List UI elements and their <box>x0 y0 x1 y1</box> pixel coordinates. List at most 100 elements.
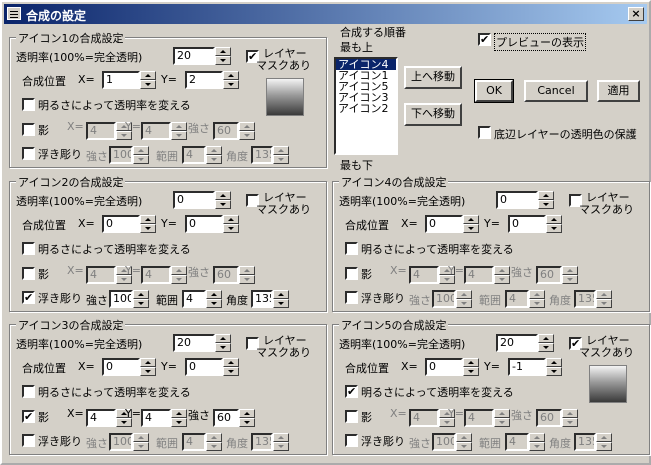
emboss-strength-input-spinner[interactable] <box>133 433 149 451</box>
shadow-checkbox[interactable]: ✔ <box>22 410 35 423</box>
x-input[interactable]: 0 <box>102 358 140 376</box>
emboss-range-input[interactable]: 4 <box>182 433 206 451</box>
opacity-input-spinner[interactable] <box>215 334 231 352</box>
emboss-range-input-spinner[interactable] <box>529 290 545 308</box>
opacity-input-spinner[interactable] <box>215 47 231 65</box>
shadow-x-input[interactable]: 4 <box>86 266 116 284</box>
opacity-input[interactable]: 0 <box>173 191 215 209</box>
shadow-strength-input-spinner[interactable] <box>239 122 255 140</box>
emboss-checkbox[interactable] <box>22 147 35 160</box>
emboss-angle-input[interactable]: 135 <box>574 290 596 308</box>
x-input-spinner[interactable] <box>463 358 479 376</box>
shadow-y-input-spinner[interactable] <box>494 266 510 284</box>
emboss-strength-input[interactable]: 100 <box>109 146 133 164</box>
shadow-strength-input[interactable]: 60 <box>213 409 239 427</box>
emboss-strength-input[interactable]: 100 <box>109 433 133 451</box>
shadow-checkbox[interactable] <box>22 267 35 280</box>
ok-button[interactable]: OK <box>474 79 514 103</box>
opacity-input[interactable]: 20 <box>173 47 215 65</box>
preview-label[interactable]: プレビューの表示 <box>494 33 586 51</box>
emboss-strength-input[interactable]: 100 <box>432 433 456 451</box>
close-button[interactable]: × <box>628 7 644 21</box>
emboss-angle-input[interactable]: 135 <box>251 290 273 308</box>
shadow-strength-input-spinner[interactable] <box>239 266 255 284</box>
emboss-strength-input-spinner[interactable] <box>133 146 149 164</box>
y-input[interactable]: 0 <box>185 215 223 233</box>
shadow-y-input-spinner[interactable] <box>171 266 187 284</box>
shadow-strength-input-spinner[interactable] <box>239 409 255 427</box>
move-up-button[interactable]: 上へ移動 <box>404 66 462 89</box>
shadow-checkbox[interactable] <box>345 410 358 423</box>
emboss-checkbox[interactable] <box>345 291 358 304</box>
y-input[interactable]: 0 <box>185 358 223 376</box>
emboss-angle-input-spinner[interactable] <box>273 146 289 164</box>
emboss-angle-input-spinner[interactable] <box>596 290 612 308</box>
emboss-strength-input-spinner[interactable] <box>456 433 472 451</box>
emboss-angle-input[interactable]: 135 <box>251 146 273 164</box>
move-down-button[interactable]: 下へ移動 <box>404 103 462 126</box>
shadow-strength-input[interactable]: 60 <box>536 409 562 427</box>
emboss-range-input-spinner[interactable] <box>206 290 222 308</box>
x-input-spinner[interactable] <box>140 215 156 233</box>
emboss-angle-input-spinner[interactable] <box>273 290 289 308</box>
shadow-y-input[interactable]: 4 <box>141 409 171 427</box>
emboss-strength-input[interactable]: 100 <box>432 290 456 308</box>
x-input-spinner[interactable] <box>140 358 156 376</box>
emboss-range-input[interactable]: 4 <box>505 433 529 451</box>
shadow-checkbox[interactable] <box>22 123 35 136</box>
opacity-input-spinner[interactable] <box>538 191 554 209</box>
opacity-input[interactable]: 20 <box>496 334 538 352</box>
y-input-spinner[interactable] <box>223 358 239 376</box>
emboss-strength-input[interactable]: 100 <box>109 290 133 308</box>
shadow-x-input[interactable]: 4 <box>86 122 116 140</box>
shadow-y-input[interactable]: 4 <box>141 266 171 284</box>
order-list[interactable]: アイコン4 アイコン1 アイコン5 アイコン3 アイコン2 <box>334 57 398 155</box>
shadow-checkbox[interactable] <box>345 267 358 280</box>
emboss-checkbox[interactable] <box>345 434 358 447</box>
brightness-checkbox[interactable] <box>22 98 35 111</box>
shadow-y-input-spinner[interactable] <box>494 409 510 427</box>
emboss-strength-input-spinner[interactable] <box>456 290 472 308</box>
y-input[interactable]: 0 <box>508 215 546 233</box>
opacity-input[interactable]: 0 <box>496 191 538 209</box>
shadow-strength-input-spinner[interactable] <box>562 409 578 427</box>
shadow-y-input-spinner[interactable] <box>171 122 187 140</box>
emboss-angle-input[interactable]: 135 <box>574 433 596 451</box>
y-input[interactable]: 2 <box>185 71 223 89</box>
shadow-y-input[interactable]: 4 <box>141 122 171 140</box>
y-input[interactable]: -1 <box>508 358 546 376</box>
y-input-spinner[interactable] <box>546 358 562 376</box>
apply-button[interactable]: 適用 <box>597 80 640 102</box>
shadow-x-input[interactable]: 4 <box>409 409 439 427</box>
protect-transparency-checkbox[interactable] <box>478 126 491 139</box>
emboss-angle-input-spinner[interactable] <box>273 433 289 451</box>
cancel-button[interactable]: Cancel <box>524 80 588 102</box>
shadow-y-input-spinner[interactable] <box>171 409 187 427</box>
emboss-checkbox[interactable]: ✔ <box>22 291 35 304</box>
brightness-checkbox[interactable] <box>345 242 358 255</box>
opacity-input[interactable]: 20 <box>173 334 215 352</box>
shadow-strength-input-spinner[interactable] <box>562 266 578 284</box>
emboss-range-input-spinner[interactable] <box>529 433 545 451</box>
emboss-range-input[interactable]: 4 <box>182 290 206 308</box>
x-input-spinner[interactable] <box>463 215 479 233</box>
x-input[interactable]: 1 <box>102 71 140 89</box>
brightness-checkbox[interactable] <box>22 385 35 398</box>
emboss-range-input-spinner[interactable] <box>206 433 222 451</box>
emboss-range-input-spinner[interactable] <box>206 146 222 164</box>
shadow-y-input[interactable]: 4 <box>464 409 494 427</box>
emboss-angle-input[interactable]: 135 <box>251 433 273 451</box>
x-input[interactable]: 0 <box>425 215 463 233</box>
shadow-strength-input[interactable]: 60 <box>213 266 239 284</box>
order-list-item[interactable]: アイコン2 <box>336 103 396 114</box>
x-input[interactable]: 0 <box>102 215 140 233</box>
y-input-spinner[interactable] <box>223 71 239 89</box>
emboss-range-input[interactable]: 4 <box>182 146 206 164</box>
shadow-strength-input[interactable]: 60 <box>213 122 239 140</box>
opacity-input-spinner[interactable] <box>538 334 554 352</box>
x-input[interactable]: 0 <box>425 358 463 376</box>
brightness-checkbox[interactable] <box>22 242 35 255</box>
x-input-spinner[interactable] <box>140 71 156 89</box>
shadow-y-input[interactable]: 4 <box>464 266 494 284</box>
shadow-strength-input[interactable]: 60 <box>536 266 562 284</box>
